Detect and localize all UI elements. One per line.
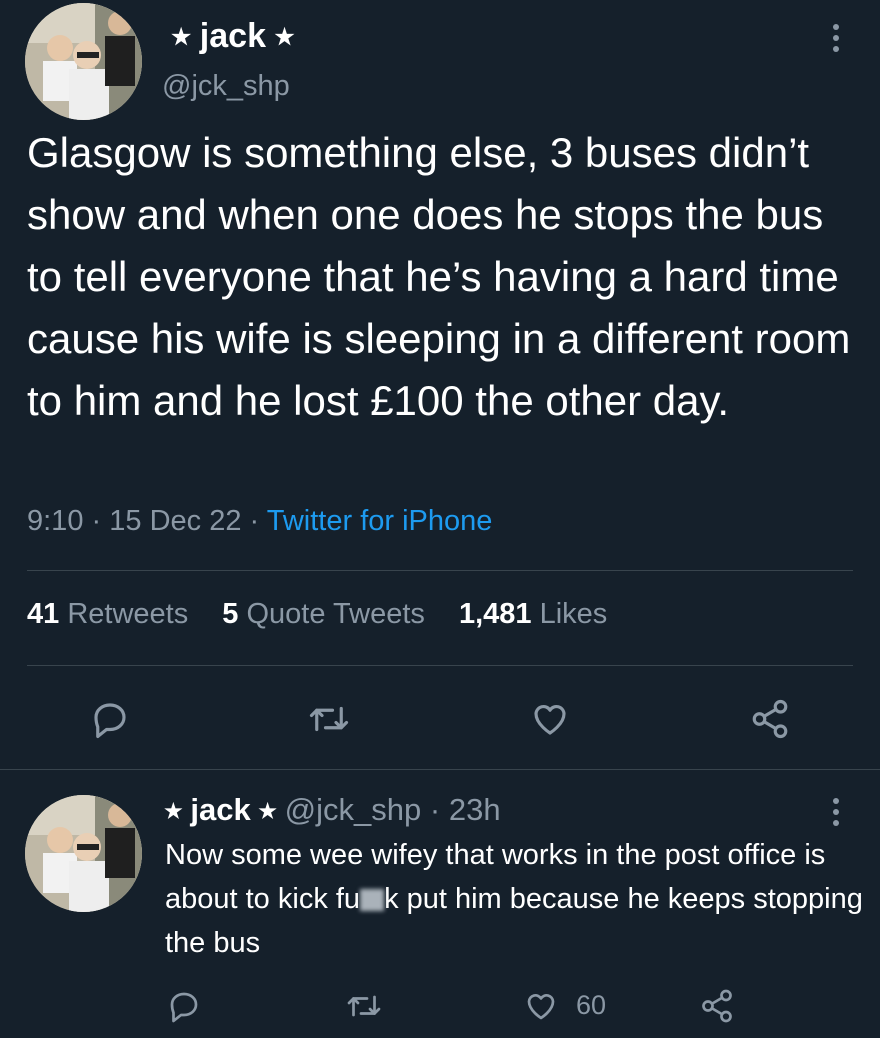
display-name[interactable]: ⭑ jack ⭑ bbox=[172, 17, 294, 56]
retweet-icon[interactable] bbox=[344, 988, 384, 1024]
separator: · bbox=[91, 505, 102, 537]
reply-icon[interactable] bbox=[166, 988, 202, 1024]
reply-age[interactable]: 23h bbox=[449, 792, 501, 827]
likes-label: Likes bbox=[539, 598, 608, 630]
quotes-count: 5 bbox=[222, 598, 239, 630]
reply-like-count: 60 bbox=[576, 990, 607, 1020]
reply-handle[interactable]: @jck_shp bbox=[285, 792, 422, 827]
like-icon[interactable] bbox=[528, 698, 572, 740]
share-icon[interactable] bbox=[748, 698, 792, 740]
retweet-icon[interactable] bbox=[305, 698, 353, 740]
censor-blur bbox=[360, 889, 385, 911]
divider bbox=[27, 570, 853, 571]
separator: · bbox=[429, 792, 441, 827]
avatar[interactable] bbox=[25, 3, 142, 120]
reply-text: Now some wee wifey that works in the pos… bbox=[165, 833, 865, 965]
reply-header: ⭑ jack ⭑ @jck_shp · 23h bbox=[165, 792, 501, 829]
more-icon[interactable] bbox=[833, 24, 841, 57]
retweets-count: 41 bbox=[27, 598, 60, 630]
likes-stat[interactable]: 1,481 Likes bbox=[459, 598, 607, 630]
likes-count: 1,481 bbox=[458, 598, 532, 630]
separator: · bbox=[249, 505, 260, 537]
reply-display-name[interactable]: ⭑ jack ⭑ bbox=[165, 792, 276, 827]
tweet-time[interactable]: 9:10 bbox=[27, 505, 83, 537]
quotes-label: Quote Tweets bbox=[246, 598, 425, 630]
reply-avatar[interactable] bbox=[25, 795, 142, 912]
retweets-label: Retweets bbox=[67, 598, 189, 630]
divider bbox=[0, 769, 880, 770]
tweet-source-link[interactable]: Twitter for iPhone bbox=[267, 505, 493, 537]
retweets-stat[interactable]: 41 Retweets bbox=[27, 598, 188, 630]
like-icon[interactable] bbox=[522, 988, 560, 1024]
quote-tweets-stat[interactable]: 5 Quote Tweets bbox=[222, 598, 425, 630]
tweet-stats: 41 Retweets 5 Quote Tweets 1,481 Likes bbox=[27, 598, 633, 631]
divider bbox=[27, 665, 853, 666]
share-icon[interactable] bbox=[698, 988, 736, 1024]
user-handle[interactable]: @jck_shp bbox=[162, 70, 290, 103]
tweet-date[interactable]: 15 Dec 22 bbox=[109, 505, 241, 537]
tweet-meta: 9:10 · 15 Dec 22 · Twitter for iPhone bbox=[27, 505, 492, 538]
tweet-text: Glasgow is something else, 3 buses didn’… bbox=[27, 129, 862, 424]
reply-icon[interactable] bbox=[89, 698, 131, 740]
more-icon[interactable] bbox=[833, 798, 841, 831]
